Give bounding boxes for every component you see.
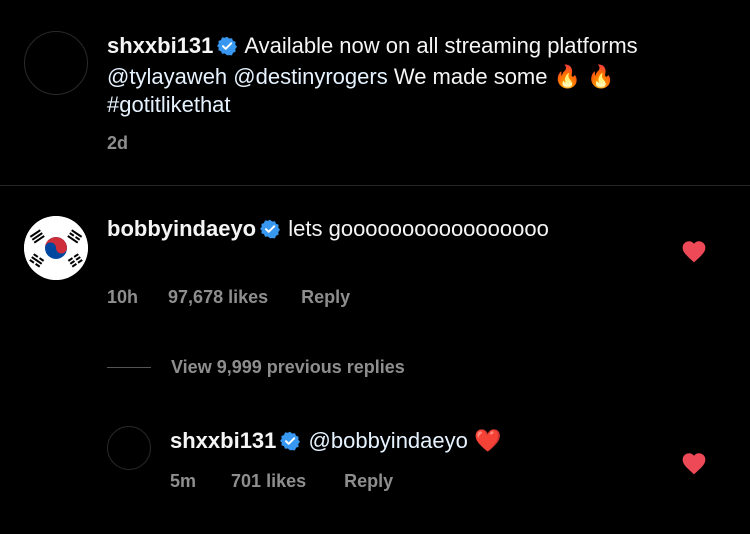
comment-like-heart-icon[interactable] bbox=[681, 239, 707, 268]
reply-meta: 5m 701 likes Reply bbox=[170, 471, 393, 492]
reply-username[interactable]: shxxbi131 bbox=[170, 428, 276, 453]
view-replies-label: View 9,999 previous replies bbox=[171, 357, 405, 377]
replies-line bbox=[107, 367, 151, 368]
reply-reply-button[interactable]: Reply bbox=[344, 471, 393, 491]
comment-text: bobbyindaeyo lets gooooooooooooooooo bbox=[107, 215, 647, 246]
caption-timestamp: 2d bbox=[107, 133, 129, 153]
post-caption: shxxbi131 Available now on all streaming… bbox=[0, 0, 750, 185]
comment-timestamp: 10h bbox=[107, 287, 139, 307]
caption-body: Available now on all streaming platforms bbox=[244, 33, 638, 58]
view-previous-replies-button[interactable]: View 9,999 previous replies bbox=[107, 357, 405, 378]
reply-text: shxxbi131 @bobbyindaeyo ❤️ bbox=[170, 427, 501, 458]
reply-likes[interactable]: 701 likes bbox=[231, 471, 306, 491]
caption-username[interactable]: shxxbi131 bbox=[107, 33, 213, 58]
hashtag-gotitlikethat[interactable]: #gotitlikethat bbox=[107, 92, 231, 117]
comment-body: lets gooooooooooooooooo bbox=[288, 216, 549, 241]
commenter-username[interactable]: bobbyindaeyo bbox=[107, 216, 256, 241]
fire-emoji: 🔥 🔥 bbox=[553, 64, 615, 89]
caption-body-2: We made some bbox=[393, 64, 548, 89]
caption-author-avatar[interactable] bbox=[24, 31, 88, 95]
verified-badge-icon bbox=[280, 430, 301, 458]
reply-like-heart-icon[interactable] bbox=[681, 451, 707, 480]
mention-bobbyindaeyo[interactable]: @bobbyindaeyo bbox=[309, 428, 468, 453]
commenter-avatar[interactable] bbox=[24, 216, 88, 280]
divider bbox=[0, 185, 750, 186]
verified-badge-icon bbox=[260, 218, 281, 246]
comment-reply-button[interactable]: Reply bbox=[301, 287, 350, 308]
caption-text: shxxbi131 Available now on all streaming… bbox=[107, 32, 717, 119]
comment-likes[interactable]: 97,678 likes bbox=[168, 287, 268, 308]
heart-emoji: ❤️ bbox=[474, 428, 502, 453]
mention-destinyrogers[interactable]: @destinyrogers bbox=[233, 64, 387, 89]
comment-meta: 10h 97,678 likes Reply bbox=[107, 287, 350, 308]
korean-flag-icon bbox=[24, 216, 88, 280]
reply-author-avatar[interactable] bbox=[107, 426, 151, 470]
reply-timestamp: 5m bbox=[170, 471, 197, 491]
verified-badge-icon bbox=[217, 35, 238, 63]
mention-tylayaweh[interactable]: @tylayaweh bbox=[107, 64, 227, 89]
